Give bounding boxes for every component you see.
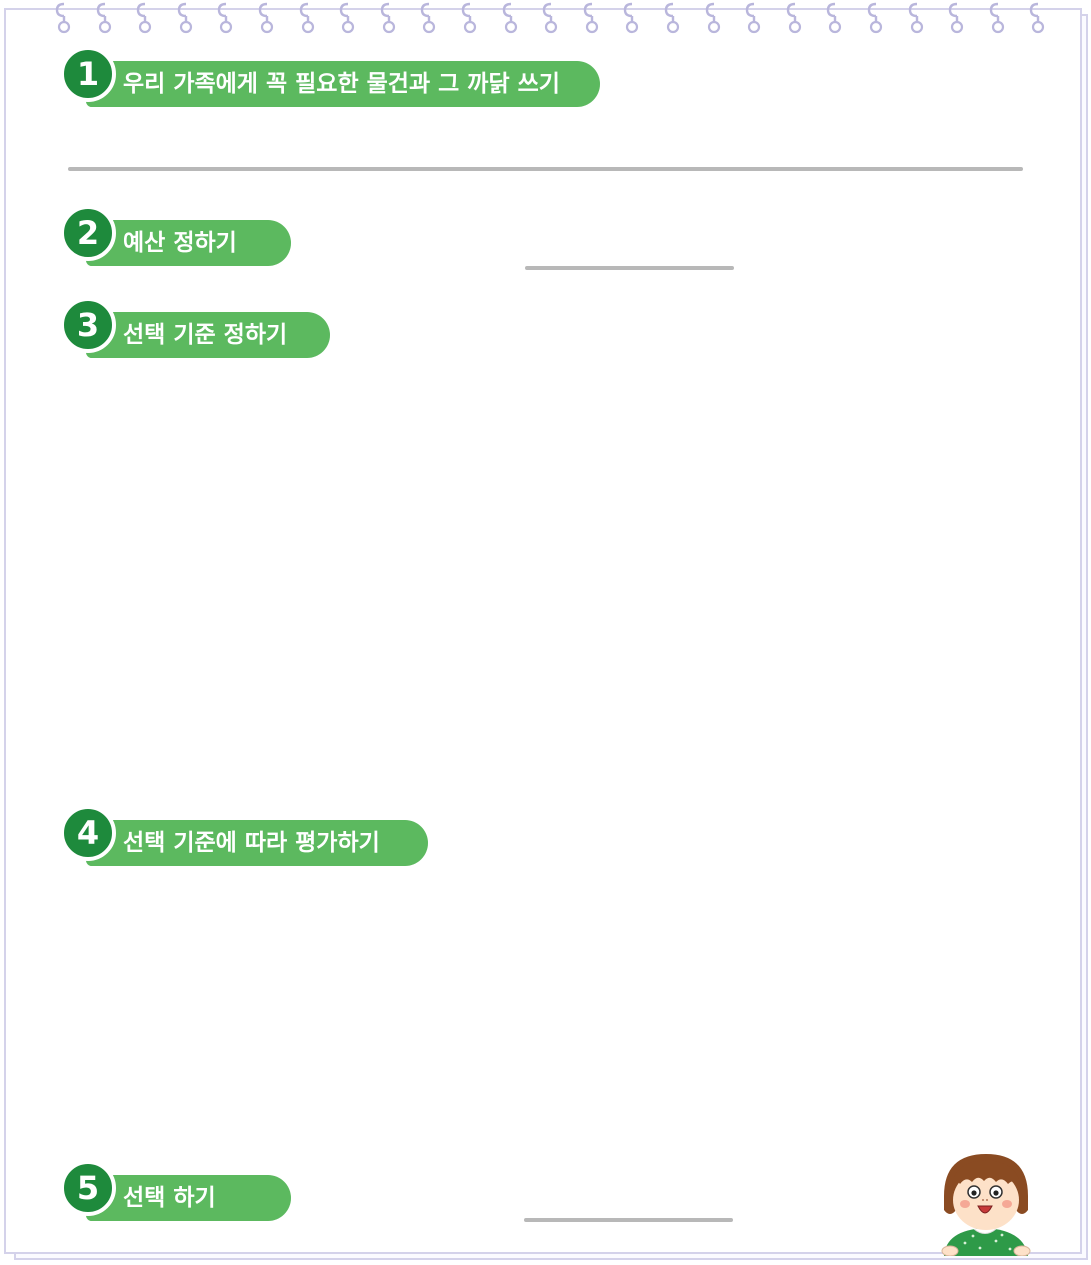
- binding-ring: [948, 2, 964, 34]
- binding-ring: [96, 2, 111, 34]
- binding-ring: [908, 2, 923, 34]
- step-3-label: 선택 기준 정하기: [86, 312, 330, 358]
- binding-ring: [380, 2, 395, 34]
- binding-ring: [989, 2, 1004, 34]
- binding-ring: [664, 2, 680, 34]
- step-1-number-badge: 1: [60, 46, 116, 102]
- binding-ring: [502, 2, 517, 34]
- girl-character-illustration: [941, 1154, 1031, 1256]
- step-4-label: 선택 기준에 따라 평가하기: [86, 820, 428, 866]
- answer-line-step-1[interactable]: [68, 167, 1023, 171]
- binding-ring: [218, 2, 233, 34]
- binding-ring: [542, 2, 558, 34]
- binding-ring: [1030, 2, 1045, 34]
- binding-ring: [55, 2, 71, 34]
- binding-ring: [299, 2, 314, 34]
- answer-line-choice[interactable]: [524, 1218, 733, 1222]
- binding-ring: [583, 2, 598, 34]
- binding-ring: [421, 2, 436, 34]
- step-2-number-badge: 2: [60, 205, 116, 261]
- step-5-number-badge: 5: [60, 1160, 116, 1216]
- notebook-page: [4, 8, 1082, 1254]
- spiral-binding: [0, 0, 1091, 40]
- binding-ring: [624, 2, 639, 34]
- binding-ring: [177, 2, 192, 34]
- binding-ring: [745, 2, 761, 34]
- binding-ring: [867, 2, 883, 34]
- step-4-number-badge: 4: [60, 805, 116, 861]
- binding-ring: [461, 2, 477, 34]
- binding-ring: [136, 2, 152, 34]
- step-3-number-badge: 3: [60, 297, 116, 353]
- binding-ring: [705, 2, 720, 34]
- step-1-label: 우리 가족에게 꼭 필요한 물건과 그 까닭 쓰기: [86, 61, 600, 107]
- answer-line-budget[interactable]: [525, 266, 734, 270]
- step-5-label: 선택 하기: [86, 1175, 291, 1221]
- binding-ring: [786, 2, 801, 34]
- binding-ring: [339, 2, 355, 34]
- binding-ring: [258, 2, 274, 34]
- step-2-label: 예산 정하기: [86, 220, 291, 266]
- binding-ring: [827, 2, 842, 34]
